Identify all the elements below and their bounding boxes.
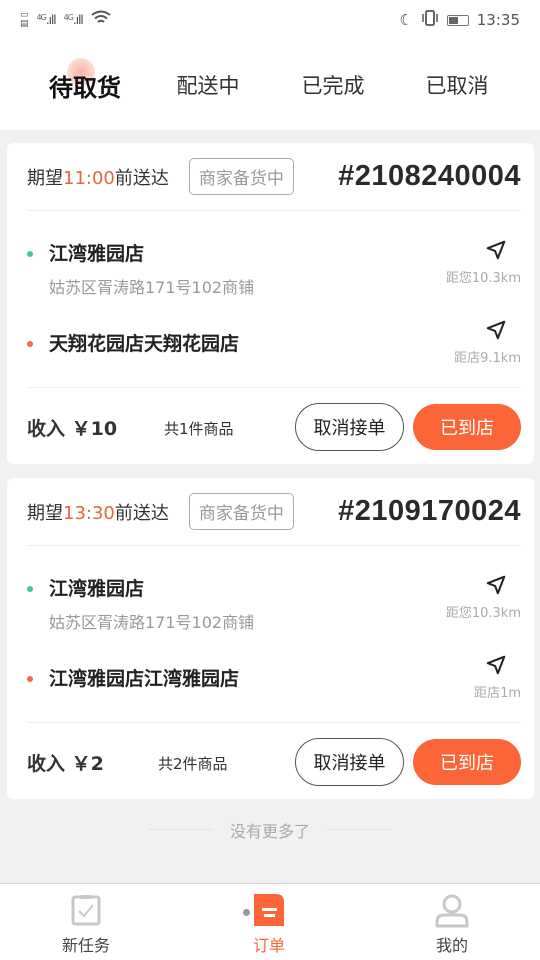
dropoff-dot: [27, 676, 33, 682]
status-bar: ▭ ▤ 4G.ıll 4G.ıll ☾ 13:35: [0, 0, 540, 40]
dropoff-dot: [27, 341, 33, 347]
dropoff-store-name: 天翔花园店天翔花园店: [49, 333, 240, 355]
tab-completed[interactable]: 已完成: [302, 70, 365, 100]
order-card: 期望11:00前送达 商家备货中 #2108240004 江湾雅园店 姑苏区胥涛…: [7, 143, 534, 464]
expected-delivery-time: 期望11:00前送达: [27, 167, 169, 189]
pickup-dot: [27, 251, 33, 257]
clipboard-check-icon: [70, 894, 102, 930]
navigate-button[interactable]: 距您10.3km: [421, 239, 521, 286]
arrived-at-store-button[interactable]: 已到店: [413, 739, 521, 785]
navigation-arrow-icon: [486, 655, 506, 675]
divider-right: [327, 829, 392, 830]
signal-icon-2: 4G.ıll: [63, 13, 84, 27]
tab-cancelled[interactable]: 已取消: [426, 70, 489, 100]
order-card-header: 期望13:30前送达 商家备货中 #2109170024: [27, 478, 521, 546]
cancel-order-button[interactable]: 取消接单: [295, 738, 404, 786]
pickup-dot: [27, 586, 33, 592]
order-number: #2108240004: [338, 160, 521, 192]
do-not-disturb-icon: ☾: [399, 11, 413, 29]
status-badge: 商家备货中: [188, 493, 294, 530]
pickup-address: 姑苏区胥涛路171号102商铺: [49, 613, 255, 632]
battery-icon: [446, 14, 469, 26]
divider-left: [148, 829, 213, 830]
navigation-arrow-icon: [486, 575, 506, 595]
order-card-header: 期望11:00前送达 商家备货中 #2108240004: [27, 143, 521, 211]
sim-card-icon: ▭ ▤: [20, 10, 29, 29]
pickup-store-name: 江湾雅园店: [49, 578, 145, 600]
cancel-order-button[interactable]: 取消接单: [295, 403, 404, 451]
order-card-footer: 收入 ￥10 共1件商品 取消接单 已到店: [27, 387, 521, 465]
pickup-address: 姑苏区胥涛路171号102商铺: [49, 278, 255, 297]
nav-new-tasks[interactable]: 新任务: [26, 884, 146, 960]
distance-to-store: 距店9.1km: [454, 351, 521, 366]
bottom-navigation: 新任务 订单 我的: [0, 883, 540, 960]
clock: 13:35: [476, 11, 520, 29]
list-end-indicator: 没有更多了: [0, 818, 540, 842]
dropoff-stop: 天翔花园店天翔花园店 距店9.1km: [27, 320, 521, 379]
expected-delivery-time: 期望13:30前送达: [27, 502, 169, 524]
item-count: 共2件商品: [158, 755, 228, 773]
order-card-footer: 收入 ￥2 共2件商品 取消接单 已到店: [27, 722, 521, 800]
income-amount: 收入 ￥2: [27, 753, 104, 775]
order-card: 期望13:30前送达 商家备货中 #2109170024 江湾雅园店 姑苏区胥涛…: [7, 478, 534, 799]
user-icon: [434, 894, 470, 932]
pickup-stop: 江湾雅园店 姑苏区胥涛路171号102商铺 距您10.3km: [27, 239, 521, 309]
item-count: 共1件商品: [164, 420, 234, 438]
nav-orders[interactable]: 订单: [209, 884, 329, 960]
distance-to-you: 距您10.3km: [445, 606, 521, 621]
income-amount: 收入 ￥10: [27, 418, 118, 440]
nav-profile[interactable]: 我的: [392, 884, 512, 960]
navigation-arrow-icon: [486, 240, 506, 260]
navigation-arrow-icon: [486, 320, 506, 340]
order-status-tabs: 待取货 配送中 已完成 已取消: [0, 40, 540, 130]
wifi-icon: [91, 10, 111, 30]
pickup-stop: 江湾雅园店 姑苏区胥涛路171号102商铺 距您10.3km: [27, 574, 521, 644]
navigate-button[interactable]: 距店1m: [421, 654, 521, 701]
distance-to-you: 距您10.3km: [445, 271, 521, 286]
navigate-button[interactable]: 距店9.1km: [421, 319, 521, 366]
order-number: #2109170024: [338, 495, 521, 527]
signal-icon-1: 4G.ıll: [36, 13, 57, 27]
dropoff-store-name: 江湾雅园店江湾雅园店: [49, 668, 240, 690]
vibrate-icon: [421, 10, 439, 30]
distance-to-store: 距店1m: [474, 686, 521, 701]
pickup-store-name: 江湾雅园店: [49, 243, 145, 265]
order-icon: [254, 894, 284, 930]
dropoff-stop: 江湾雅园店江湾雅园店 距店1m: [27, 655, 521, 714]
navigate-button[interactable]: 距您10.3km: [421, 574, 521, 621]
status-badge: 商家备货中: [188, 158, 294, 195]
tab-pending-pickup[interactable]: 待取货: [49, 58, 121, 103]
tab-delivering[interactable]: 配送中: [177, 70, 240, 100]
arrived-at-store-button[interactable]: 已到店: [413, 404, 521, 450]
